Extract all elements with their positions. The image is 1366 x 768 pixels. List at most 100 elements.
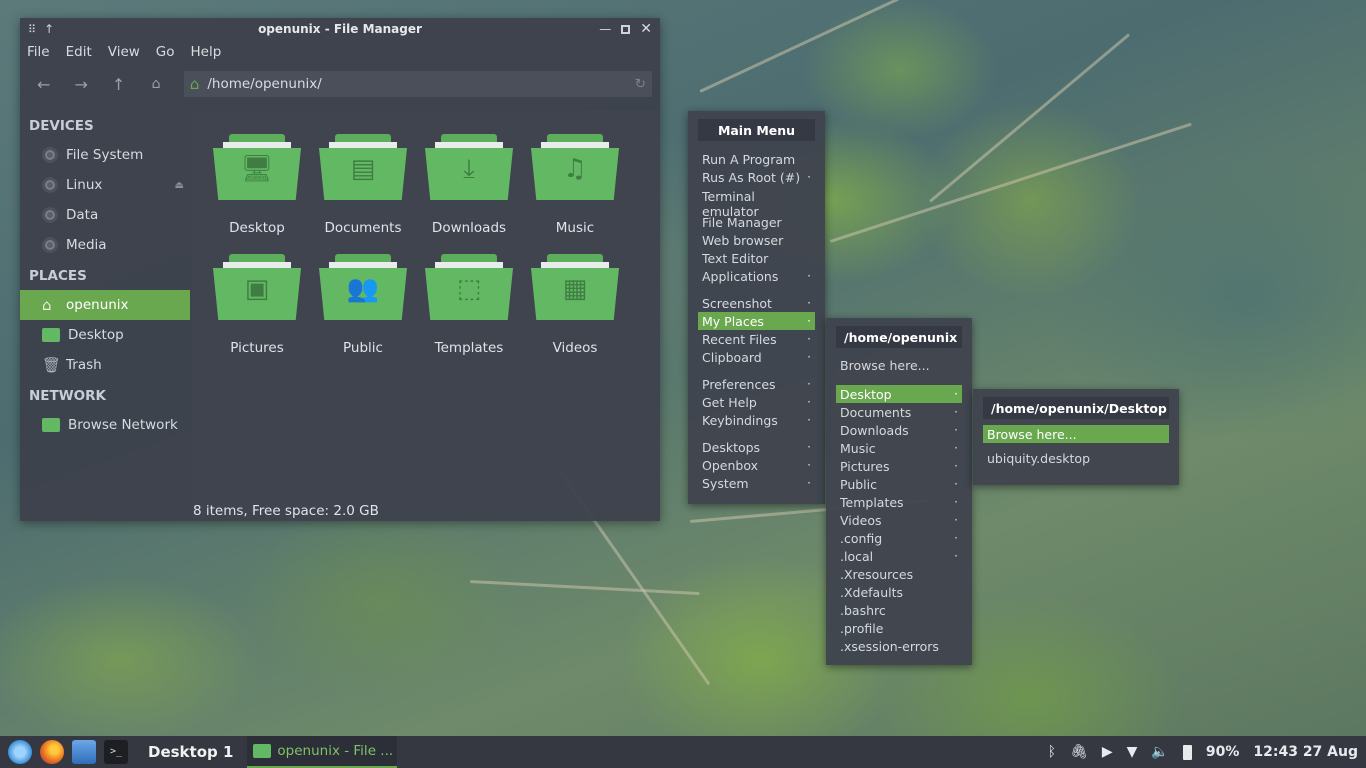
clock[interactable]: 12:43 27 Aug: [1253, 744, 1358, 760]
back-button[interactable]: ←: [28, 69, 59, 99]
reload-icon[interactable]: ↻: [635, 76, 646, 92]
menu-item-local[interactable]: .local ·: [826, 547, 972, 565]
bluetooth-icon[interactable]: ᛒ: [1048, 744, 1056, 760]
file-manager-window: ⠿ ↑ openunix - File Manager — ✕ File Edi…: [20, 18, 660, 521]
menu-item-config[interactable]: .config ·: [826, 529, 972, 547]
menu-item-terminal[interactable]: Terminal emulator: [688, 189, 825, 219]
menu-item-documents[interactable]: Documents ·: [826, 403, 972, 421]
menu-item-run-program[interactable]: Run A Program: [688, 150, 825, 168]
menu-item-keybindings[interactable]: Keybindings ·: [688, 411, 825, 429]
folder-icon: ▦: [531, 254, 619, 320]
up-button[interactable]: ↑: [103, 69, 134, 99]
menu-item-applications[interactable]: Applications ·: [688, 267, 825, 285]
folder-label: Pictures: [230, 340, 284, 356]
menu-item-run-as-root[interactable]: Rus As Root (#) ·: [688, 168, 825, 186]
folder-item-public[interactable]: 👥 Public: [310, 254, 416, 358]
eject-icon[interactable]: ⏏: [175, 180, 184, 191]
home-folder-icon: ⌂: [189, 75, 200, 93]
network-heading: NETWORK: [29, 388, 106, 404]
battery-icon[interactable]: [1182, 744, 1192, 760]
submenu-indicator-icon: ·: [807, 395, 811, 409]
sidebar-item-file-system[interactable]: File System: [20, 140, 190, 170]
folder-icon: 👥: [319, 254, 407, 320]
sidebar-item-data[interactable]: Data: [20, 200, 190, 230]
menu-item-downloads[interactable]: Downloads ·: [826, 421, 972, 439]
menu-edit[interactable]: Edit: [66, 44, 92, 60]
menu-item-videos[interactable]: Videos ·: [826, 511, 972, 529]
menu-item-public[interactable]: Public ·: [826, 475, 972, 493]
title-bar[interactable]: ⠿ ↑ openunix - File Manager — ✕: [20, 18, 660, 40]
minimize-icon[interactable]: —: [599, 22, 611, 36]
submenu-indicator-icon: ·: [807, 476, 811, 490]
submenu-indicator-icon: ·: [807, 413, 811, 427]
close-icon[interactable]: ✕: [640, 21, 652, 37]
menu-item-bashrc[interactable]: .bashrc: [826, 601, 972, 619]
menu-item-profile[interactable]: .profile: [826, 619, 972, 637]
sidebar-item-desktop[interactable]: Desktop: [20, 320, 190, 350]
folder-item-templates[interactable]: ⬚ Templates: [416, 254, 522, 358]
menu-item-music[interactable]: Music ·: [826, 439, 972, 457]
menu-item-preferences[interactable]: Preferences ·: [688, 375, 825, 393]
file-manager-launcher-icon[interactable]: [72, 740, 96, 764]
clip-icon[interactable]: 🖇: [1070, 744, 1088, 760]
menu-item-xresources[interactable]: .Xresources: [826, 565, 972, 583]
menu-item-system[interactable]: System ·: [688, 474, 825, 492]
folder-item-documents[interactable]: ▤ Documents: [310, 134, 416, 238]
file-view[interactable]: 🖥 Desktop ▤ Documents ⤓ Downloads ♫ Music ▣ P…: [192, 110, 660, 521]
menu-item-xdefaults[interactable]: .Xdefaults: [826, 583, 972, 601]
terminal-tray-icon[interactable]: ▶: [1102, 744, 1113, 760]
menu-item-clipboard[interactable]: Clipboard ·: [688, 348, 825, 366]
submenu-indicator-icon: ·: [807, 350, 811, 364]
folder-label: Downloads: [431, 220, 507, 236]
folder-label: Music: [555, 220, 595, 236]
menu-item-desktops[interactable]: Desktops ·: [688, 438, 825, 456]
menu-item-templates[interactable]: Templates ·: [826, 493, 972, 511]
maximize-icon[interactable]: [621, 24, 631, 34]
home-button[interactable]: ⌂: [140, 69, 171, 99]
menu-item-browse-here[interactable]: Browse here...: [983, 425, 1169, 443]
menu-item-file-manager[interactable]: File Manager: [688, 213, 825, 231]
menu-file[interactable]: File: [27, 44, 50, 60]
menu-item-get-help[interactable]: Get Help ·: [688, 393, 825, 411]
menu-view[interactable]: View: [108, 44, 140, 60]
folder-item-music[interactable]: ♫ Music: [522, 134, 628, 238]
sidebar-item-openunix[interactable]: ⌂ openunix: [20, 290, 190, 320]
menu-item-xsession-errors[interactable]: .xsession-errors: [826, 637, 972, 655]
keep-above-icon[interactable]: ↑: [44, 22, 54, 36]
wifi-icon[interactable]: ▼: [1127, 744, 1138, 760]
firefox-icon[interactable]: [40, 740, 64, 764]
menu-item-openbox[interactable]: Openbox ·: [688, 456, 825, 474]
folder-item-pictures[interactable]: ▣ Pictures: [204, 254, 310, 358]
main-menu-title: Main Menu: [698, 119, 815, 141]
sidebar-item-label: openunix: [66, 297, 129, 313]
menu-item-web-browser[interactable]: Web browser: [688, 231, 825, 249]
folder-item-videos[interactable]: ▦ Videos: [522, 254, 628, 358]
menu-item-screenshot[interactable]: Screenshot ·: [688, 294, 825, 312]
window-menu-icon[interactable]: ⠿: [28, 23, 36, 36]
menu-item-ubiquity-desktop[interactable]: ubiquity.desktop: [973, 449, 1179, 467]
volume-icon[interactable]: 🔈: [1151, 744, 1168, 760]
sidebar-item-browse-network[interactable]: Browse Network: [20, 410, 190, 440]
start-menu-icon[interactable]: [8, 740, 32, 764]
menu-item-my-places[interactable]: My Places ·: [698, 312, 815, 330]
menu-item-text-editor[interactable]: Text Editor: [688, 249, 825, 267]
sidebar-item-trash[interactable]: 🗑 Trash: [20, 350, 190, 380]
sidebar-item-label: Trash: [66, 357, 102, 373]
desktop-switcher[interactable]: Desktop 1: [148, 743, 233, 761]
places-submenu-title: /home/openunix: [836, 326, 962, 348]
sidebar-item-linux[interactable]: Linux ⏏: [20, 170, 190, 200]
location-bar[interactable]: ⌂ /home/openunix/ ↻: [183, 71, 652, 97]
folder-item-desktop[interactable]: 🖥 Desktop: [204, 134, 310, 238]
sidebar: DEVICES File System Linux ⏏ Data Media PL…: [20, 110, 190, 521]
menu-help[interactable]: Help: [191, 44, 222, 60]
folder-item-downloads[interactable]: ⤓ Downloads: [416, 134, 522, 238]
menu-item-pictures[interactable]: Pictures ·: [826, 457, 972, 475]
menu-go[interactable]: Go: [156, 44, 175, 60]
forward-button[interactable]: →: [65, 69, 96, 99]
taskbar-task-file-manager[interactable]: openunix - File ...: [247, 736, 398, 768]
menu-item-recent-files[interactable]: Recent Files ·: [688, 330, 825, 348]
menu-item-browse-here[interactable]: Browse here...: [826, 354, 972, 376]
terminal-icon[interactable]: >_: [104, 740, 128, 764]
menu-item-desktop[interactable]: Desktop ·: [836, 385, 962, 403]
sidebar-item-media[interactable]: Media: [20, 230, 190, 260]
